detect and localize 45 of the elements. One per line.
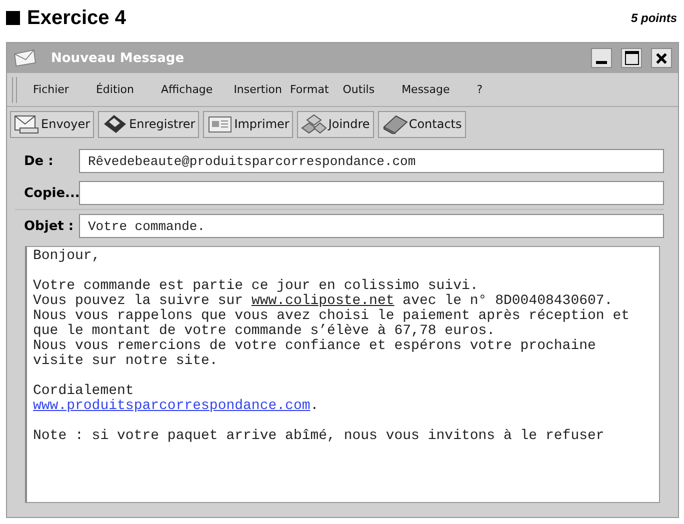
menu-item[interactable]: Message [392, 83, 460, 96]
field-label: Copie... [23, 186, 79, 200]
menu-item[interactable]: Insertion [230, 83, 286, 96]
message-body[interactable] [25, 246, 660, 503]
message-line: Nous vous remercions de votre confiance et espérons votre prochaine [33, 339, 596, 354]
document-icon [207, 114, 234, 134]
message-line: que le montant de votre commande s’élève à 67,78 euros. [33, 324, 496, 339]
message-line: Vous pouvez la suivre sur www.coliposte.net avec le n° 8D00408430607. [33, 294, 613, 309]
square-bullet-icon [6, 11, 20, 25]
message-line: Nous vous rappelons que vous avez choisi le paiement après réception et [33, 309, 630, 324]
exercise-title: Exercice 4 [27, 6, 127, 30]
save-button[interactable]: Enregistrer [98, 110, 200, 138]
points-label: 5 points [630, 11, 677, 25]
message-line: Bonjour, [33, 249, 100, 264]
menu-item[interactable]: Outils [332, 83, 385, 96]
field-label: De : [23, 154, 54, 168]
menu-item[interactable]: Format [286, 83, 333, 96]
print-button[interactable]: Imprimer [203, 110, 294, 138]
attach-button[interactable]: Joindre [297, 110, 374, 138]
minimize-button[interactable] [591, 48, 612, 68]
menu-item[interactable]: Fichier [23, 83, 79, 96]
menu-item[interactable]: Édition [86, 83, 144, 96]
maximize-button[interactable] [621, 48, 642, 68]
envelope-icon [14, 114, 40, 134]
input-field[interactable]: Votre commande. [79, 214, 664, 238]
close-button[interactable] [651, 48, 672, 68]
website-link[interactable]: www.produitsparcorrespondance.com [33, 398, 310, 414]
message-line: Votre commande est partie ce jour en colissimo suivi. [33, 279, 478, 294]
envelope-icon [13, 48, 37, 68]
menu-item[interactable]: ? [466, 83, 493, 96]
input-field[interactable] [79, 181, 664, 205]
tracking-link[interactable]: www.coliposte.net [251, 293, 394, 309]
message-line: visite sur notre site. [33, 354, 218, 369]
cubes-icon [301, 114, 328, 134]
send-button[interactable]: Envoyer [10, 110, 94, 138]
input-field[interactable]: Rêvedebeaute@produitsparcorrespondance.com [79, 149, 664, 173]
contacts-button[interactable]: Contacts [378, 110, 466, 138]
message-line: Cordialement [33, 384, 134, 399]
menu-item[interactable]: Affichage [151, 83, 223, 96]
close-icon [656, 52, 667, 64]
window-title: Nouveau Message [51, 50, 186, 66]
message-line: www.produitsparcorrespondance.com. [33, 399, 319, 414]
message-line: Note : si votre paquet arrive abîmé, nous vous invitons à le refuser [33, 429, 604, 444]
field-label: Objet : [23, 218, 75, 234]
book-icon [382, 114, 408, 134]
